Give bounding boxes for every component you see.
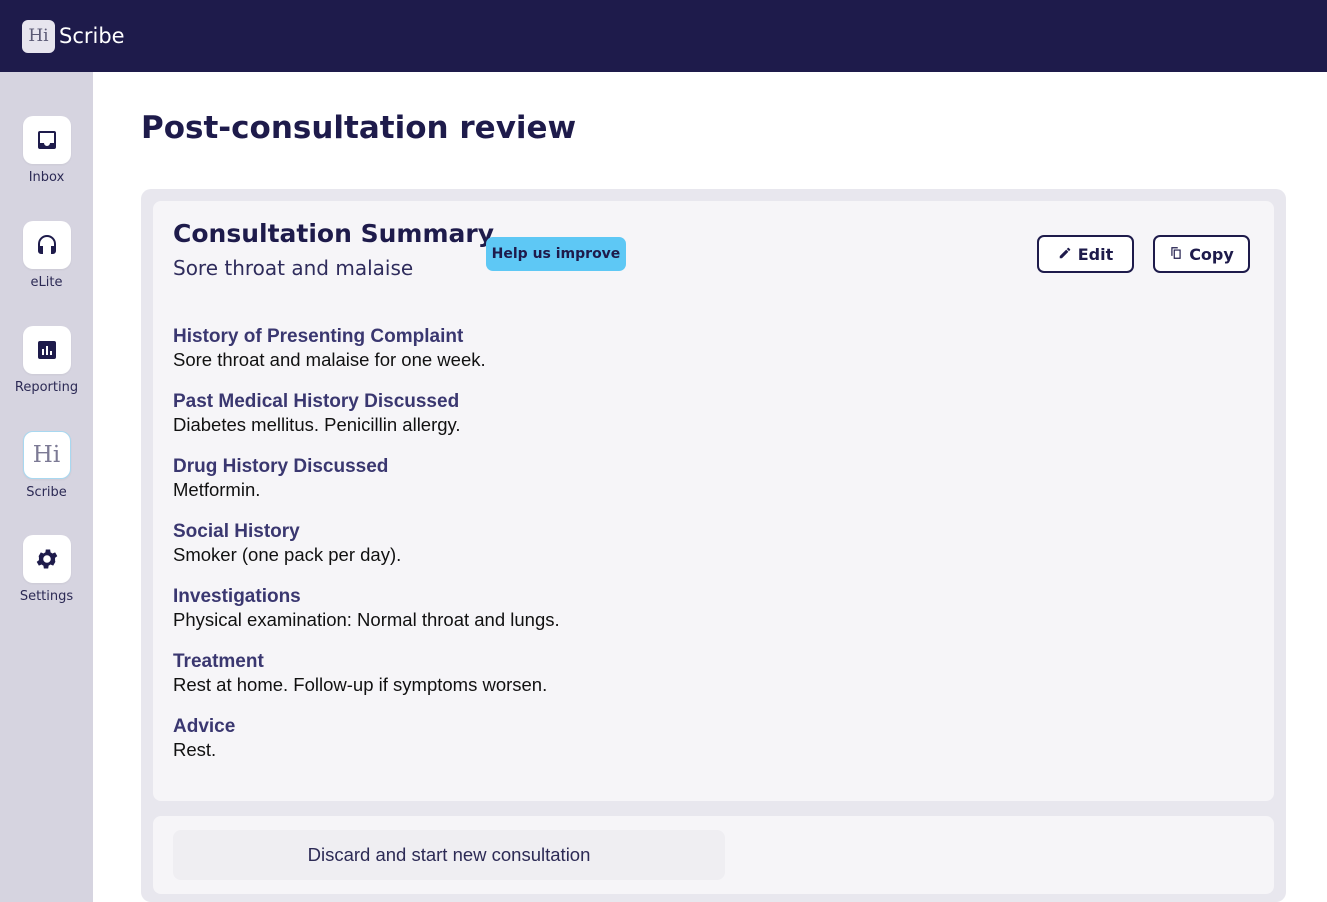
summary-title: Consultation Summary — [173, 219, 494, 248]
app-name: Scribe — [59, 24, 125, 48]
copy-button[interactable]: Copy — [1153, 235, 1250, 273]
section-body: Diabetes mellitus. Penicillin allergy. — [173, 414, 461, 435]
section-body: Rest. — [173, 739, 217, 760]
sidebar-item-label: Reporting — [14, 380, 79, 395]
inbox-icon — [22, 116, 71, 164]
hi-logo-icon: Hi — [22, 19, 55, 53]
sidebar-item-label: Inbox — [28, 170, 65, 185]
sidebar-item-label: Scribe — [26, 485, 67, 500]
section-heading: History of Presenting Complaint — [173, 326, 464, 347]
copy-button-label: Copy — [1189, 244, 1234, 264]
section-body: Physical examination: Normal throat and … — [173, 609, 560, 630]
sidebar: Inbox eLite Reporting Hi Scribe Settings — [0, 72, 93, 902]
footer-actions: Discard and start new consultation — [153, 816, 1274, 894]
section-body: Metformin. — [173, 479, 261, 500]
gear-icon — [22, 535, 71, 583]
section-heading: Advice — [173, 716, 236, 737]
pencil-icon — [1058, 245, 1072, 264]
section-heading: Past Medical History Discussed — [173, 391, 460, 412]
section-heading: Drug History Discussed — [173, 456, 389, 477]
section-heading: Investigations — [173, 586, 301, 607]
section-advice: Advice Rest. — [173, 716, 1233, 761]
section-treatment: Treatment Rest at home. Follow-up if sym… — [173, 651, 1233, 696]
help-us-improve-button[interactable]: Help us improve — [486, 237, 626, 271]
page-title: Post-consultation review — [141, 110, 577, 146]
section-heading: Social History — [173, 521, 300, 542]
summary-sections: History of Presenting Complaint Sore thr… — [173, 326, 1233, 781]
edit-button[interactable]: Edit — [1037, 235, 1134, 273]
help-button-label: Help us improve — [491, 246, 621, 262]
edit-button-label: Edit — [1077, 244, 1114, 264]
sidebar-item-label: eLite — [30, 275, 63, 290]
copy-icon — [1169, 245, 1183, 264]
section-history-presenting-complaint: History of Presenting Complaint Sore thr… — [173, 326, 1233, 371]
consultation-summary-card: Consultation Summary Sore throat and mal… — [153, 201, 1274, 801]
sidebar-item-elite[interactable]: eLite — [0, 221, 93, 290]
hi-logo-icon: Hi — [22, 431, 71, 479]
discard-button-label: Discard and start new consultation — [307, 844, 591, 865]
discard-and-start-new-button[interactable]: Discard and start new consultation — [173, 830, 725, 880]
scribe-mark: Hi — [32, 442, 61, 468]
section-past-medical-history: Past Medical History Discussed Diabetes … — [173, 391, 1233, 436]
section-body: Rest at home. Follow-up if symptoms wors… — [173, 674, 548, 695]
headphones-icon — [22, 221, 71, 269]
section-drug-history: Drug History Discussed Metformin. — [173, 456, 1233, 501]
sidebar-item-settings[interactable]: Settings — [0, 535, 93, 604]
bar-chart-icon — [22, 326, 71, 374]
section-social-history: Social History Smoker (one pack per day)… — [173, 521, 1233, 566]
section-investigations: Investigations Physical examination: Nor… — [173, 586, 1233, 631]
logo-mark: Hi — [28, 26, 49, 46]
sidebar-item-scribe[interactable]: Hi Scribe — [0, 431, 93, 500]
summary-subtitle: Sore throat and malaise — [173, 256, 414, 280]
section-body: Smoker (one pack per day). — [173, 544, 402, 565]
sidebar-item-label: Settings — [19, 589, 74, 604]
section-body: Sore throat and malaise for one week. — [173, 349, 486, 370]
top-bar: Hi Scribe — [0, 0, 1327, 72]
sidebar-item-inbox[interactable]: Inbox — [0, 116, 93, 185]
sidebar-item-reporting[interactable]: Reporting — [0, 326, 93, 395]
section-heading: Treatment — [173, 651, 264, 672]
